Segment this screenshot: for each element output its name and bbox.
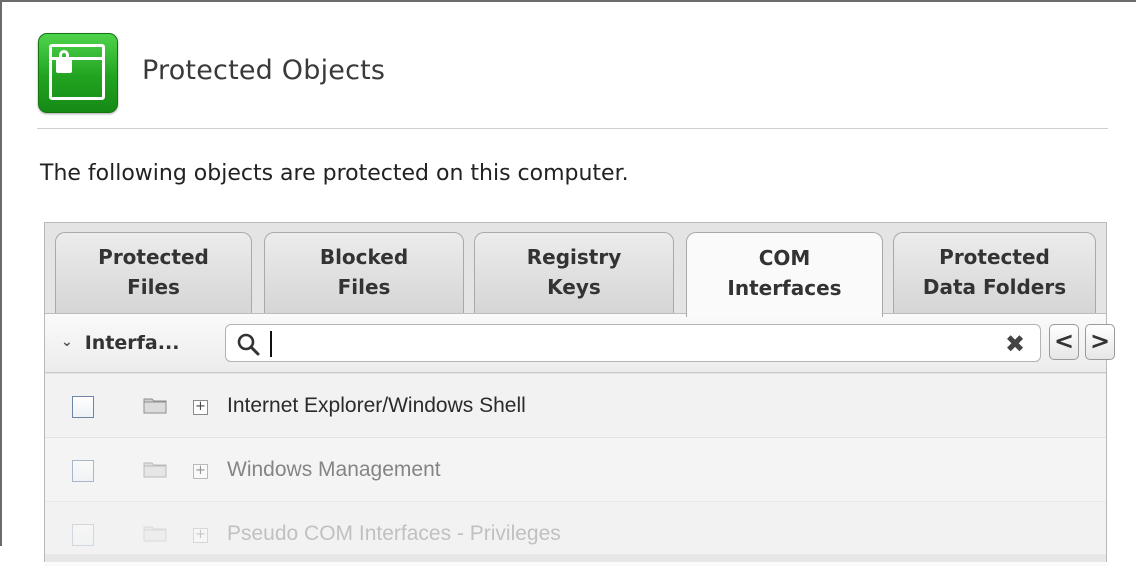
tab-com-interfaces[interactable]: COM Interfaces: [686, 232, 883, 317]
search-box[interactable]: ✖: [225, 324, 1041, 362]
tab-label: COM Interfaces: [727, 246, 842, 300]
protected-objects-list: + Internet Explorer/Windows Shell + Wind…: [45, 374, 1106, 566]
folder-icon: [143, 462, 167, 478]
row-label: Windows Management: [227, 458, 441, 481]
list-item: + Windows Management: [45, 438, 1106, 502]
tab-label: Protected Files: [98, 244, 209, 299]
tab-protected-files[interactable]: Protected Files: [55, 232, 252, 314]
folder-icon: [143, 398, 167, 414]
expand-icon[interactable]: +: [193, 464, 208, 479]
search-input[interactable]: [268, 329, 948, 357]
chevron-down-icon: ⌄: [61, 334, 73, 350]
page-title: Protected Objects: [142, 55, 386, 86]
filter-toolbar: ⌄ Interfa... ✖ < >: [45, 313, 1115, 373]
expand-icon[interactable]: +: [193, 528, 208, 543]
row-checkbox[interactable]: [72, 396, 94, 418]
tab-label: Registry Keys: [526, 244, 622, 299]
next-button[interactable]: >: [1085, 324, 1115, 360]
tab-protected-data-folders[interactable]: Protected Data Folders: [893, 232, 1096, 314]
column-selector[interactable]: ⌄ Interfa...: [61, 328, 179, 358]
row-checkbox[interactable]: [72, 460, 94, 482]
text-caret: [270, 331, 272, 357]
tab-label: Blocked Files: [319, 244, 409, 299]
list-item: + Internet Explorer/Windows Shell: [45, 374, 1106, 438]
row-checkbox[interactable]: [72, 524, 94, 546]
description-text: The following objects are protected on t…: [40, 161, 629, 186]
row-label: Pseudo COM Interfaces - Privileges: [227, 522, 561, 545]
search-icon: [237, 333, 260, 356]
column-selector-label: Interfa...: [84, 332, 180, 354]
previous-button[interactable]: <: [1049, 324, 1079, 360]
tab-blocked-files[interactable]: Blocked Files: [264, 232, 464, 314]
close-icon[interactable]: ✖: [1004, 332, 1026, 356]
tab-label: Protected Data Folders: [922, 244, 1067, 299]
tab-registry-keys[interactable]: Registry Keys: [474, 232, 674, 314]
folder-icon: [143, 526, 167, 542]
list-item: + Pseudo COM Interfaces - Privileges: [45, 502, 1106, 566]
expand-icon[interactable]: +: [193, 400, 208, 415]
header-divider: [37, 128, 1108, 129]
lock-window-icon: [38, 33, 118, 113]
row-label: Internet Explorer/Windows Shell: [227, 394, 526, 417]
